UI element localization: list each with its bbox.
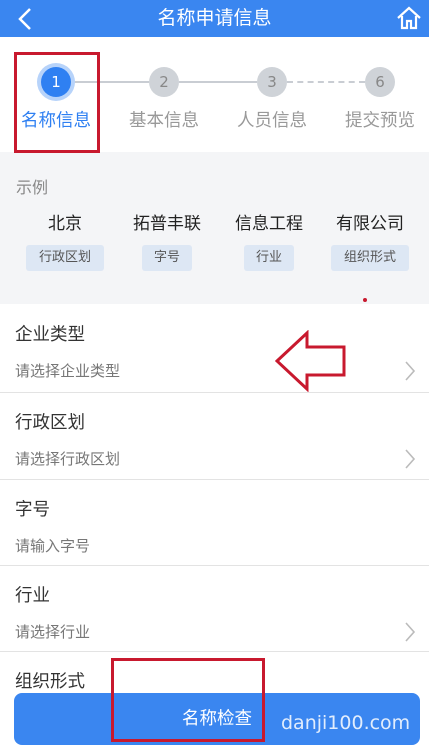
example-word-name: 拓普丰联 — [133, 214, 201, 234]
step-connector — [287, 81, 365, 83]
step-6-label[interactable]: 提交预览 — [335, 107, 425, 132]
field-enterprise-type[interactable]: 企业类型 请选择企业类型 — [0, 304, 429, 390]
step-2-label[interactable]: 基本信息 — [119, 107, 209, 132]
field-placeholder[interactable]: 请选择行政区划 — [15, 448, 120, 469]
example-tag-industry: 行业 — [244, 245, 294, 271]
step-3-circle[interactable]: 3 — [257, 67, 287, 97]
chevron-right-icon — [405, 361, 416, 381]
example-tag-name: 字号 — [142, 245, 192, 271]
field-placeholder[interactable]: 请选择行业 — [15, 621, 90, 642]
annotation-box-button — [111, 658, 265, 742]
annotation-arrow-icon — [275, 330, 346, 392]
chevron-right-icon — [405, 622, 416, 642]
step-3-label[interactable]: 人员信息 — [227, 107, 317, 132]
field-placeholder[interactable]: 请输入字号 — [15, 535, 90, 556]
step-6-circle[interactable]: 6 — [365, 67, 395, 97]
example-word-region: 北京 — [48, 214, 82, 234]
annotation-dot — [363, 298, 367, 302]
field-label: 组织形式 — [15, 672, 85, 692]
page-title: 名称申请信息 — [157, 7, 272, 29]
field-industry[interactable]: 行业 请选择行业 — [0, 565, 429, 651]
example-title: 示例 — [16, 178, 49, 197]
field-label: 行政区划 — [15, 413, 85, 433]
step-connector — [179, 81, 257, 83]
chevron-right-icon — [405, 449, 416, 469]
field-label: 企业类型 — [15, 325, 85, 345]
example-tag-form: 组织形式 — [331, 245, 409, 271]
annotation-box-step — [14, 52, 100, 153]
field-label: 字号 — [15, 500, 50, 520]
example-tag-region: 行政区划 — [26, 245, 104, 271]
example-panel: 示例 北京 拓普丰联 信息工程 有限公司 行政区划 字号 行业 组织形式 — [0, 152, 429, 304]
field-trade-name[interactable]: 字号 请输入字号 — [0, 479, 429, 565]
example-word-industry: 信息工程 — [235, 214, 303, 234]
home-icon[interactable] — [395, 4, 423, 32]
example-word-form: 有限公司 — [336, 214, 404, 234]
field-region[interactable]: 行政区划 请选择行政区划 — [0, 392, 429, 478]
watermark: danji100.com — [281, 712, 411, 734]
app-header: 名称申请信息 — [0, 0, 429, 37]
field-placeholder[interactable]: 请选择企业类型 — [15, 360, 120, 381]
field-label: 行业 — [15, 586, 50, 606]
step-2-circle[interactable]: 2 — [149, 67, 179, 97]
